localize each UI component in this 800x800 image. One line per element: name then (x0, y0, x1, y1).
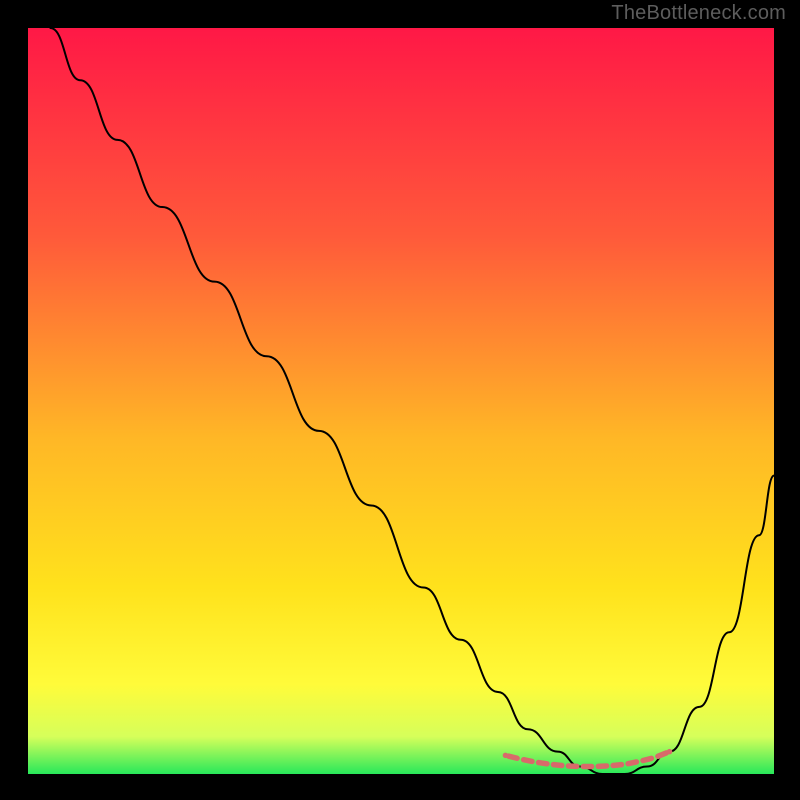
gradient-background (28, 28, 774, 774)
plot-area (28, 28, 774, 774)
chart-frame: TheBottleneck.com (0, 0, 800, 800)
watermark-label: TheBottleneck.com (611, 2, 786, 25)
chart-svg (28, 28, 774, 774)
